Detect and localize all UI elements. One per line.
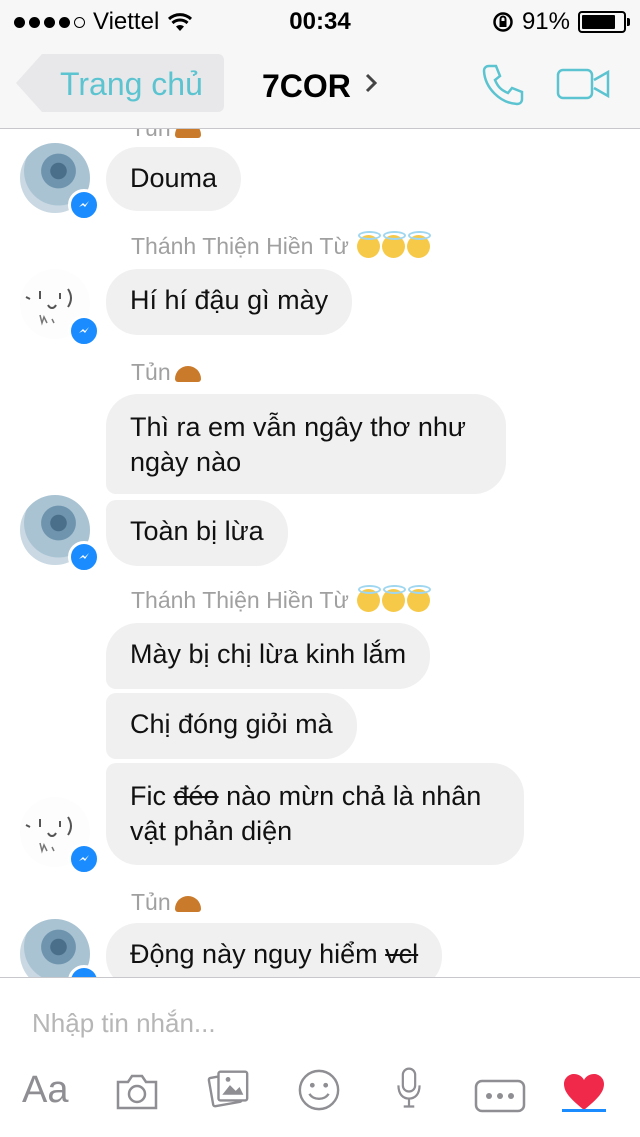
- conversation-title[interactable]: 7COR: [262, 68, 351, 105]
- more-icon[interactable]: [474, 1074, 526, 1118]
- turtle-emoji: [174, 129, 201, 138]
- message-bubble[interactable]: Fic đéo nào mừn chả là nhân vật phản diệ…: [106, 763, 524, 865]
- sender-name: Tủn: [131, 889, 201, 916]
- message-line: ngày nào: [130, 447, 242, 477]
- emoji-icon[interactable]: [296, 1068, 342, 1112]
- heart-icon[interactable]: [562, 1070, 606, 1114]
- gallery-icon[interactable]: [206, 1066, 252, 1110]
- avatar[interactable]: [20, 495, 100, 573]
- back-label: Trang chủ: [60, 66, 203, 102]
- message-bubble[interactable]: Hí hí đậu gì mày: [106, 269, 353, 335]
- sender-name: Thánh Thiện Hiền Từ: [131, 231, 432, 260]
- sender-name: Tủn: [131, 129, 201, 142]
- message-bubble[interactable]: Mày bị chị lừa kinh lắm: [106, 623, 431, 689]
- battery-percent: 91%: [521, 8, 570, 35]
- message-line: Fic đéo nào mừn chả là nhân: [130, 781, 482, 811]
- turtle-emoji: [174, 366, 201, 382]
- messenger-badge-icon: [68, 541, 100, 573]
- halo-emoji-icon: [382, 585, 407, 612]
- rotation-lock-icon: [493, 12, 513, 32]
- chevron-right-icon[interactable]: [364, 72, 378, 94]
- message-line: Thì ra em vẫn ngây thơ như: [130, 412, 466, 442]
- microphone-icon[interactable]: [394, 1066, 424, 1110]
- halo-emoji-icon: [382, 231, 407, 258]
- message-bubble[interactable]: Thì ra em vẫn ngây thơ như ngày nào: [106, 394, 506, 494]
- sender-name: Tủn: [131, 359, 201, 386]
- messenger-badge-icon: [68, 843, 100, 875]
- avatar[interactable]: [20, 269, 100, 347]
- composer: Nhập tin nhắn... Aa: [0, 977, 640, 1137]
- halo-emoji-icon: [407, 585, 432, 612]
- phone-icon[interactable]: [480, 62, 526, 108]
- strikethrough-text: vcl: [385, 939, 419, 969]
- strikethrough-text: đéo: [173, 781, 219, 811]
- avatar[interactable]: [20, 143, 100, 221]
- camera-icon[interactable]: [114, 1070, 160, 1114]
- sender-name: Thánh Thiện Hiền Từ: [131, 585, 432, 614]
- message-bubble[interactable]: Douma: [106, 147, 242, 211]
- video-call-icon[interactable]: [556, 68, 610, 100]
- message-bubble[interactable]: Toàn bị lừa: [106, 500, 288, 566]
- text-style-button[interactable]: Aa: [22, 1068, 68, 1112]
- message-line: vật phản diện: [130, 816, 293, 846]
- nav-bar: Trang chủ 7COR: [0, 40, 640, 129]
- halo-emoji-icon: [407, 231, 432, 258]
- back-button[interactable]: Trang chủ: [16, 54, 224, 112]
- avatar[interactable]: [20, 797, 100, 875]
- turtle-emoji: [174, 896, 201, 912]
- battery-group: 91%: [492, 8, 630, 36]
- message-bubble[interactable]: Động này nguy hiểm vcl: [106, 923, 443, 977]
- message-bubble[interactable]: Chị đóng giỏi mà: [106, 693, 357, 759]
- messenger-badge-icon: [68, 315, 100, 347]
- halo-emoji-icon: [357, 585, 382, 612]
- selected-tab-indicator: [562, 1109, 606, 1112]
- battery-icon: [578, 11, 630, 33]
- messenger-badge-icon: [68, 189, 100, 221]
- message-input[interactable]: Nhập tin nhắn...: [32, 1008, 216, 1039]
- status-bar: Viettel 00:34 91%: [0, 0, 640, 40]
- avatar[interactable]: [20, 919, 100, 977]
- halo-emoji-icon: [357, 231, 382, 258]
- message-list[interactable]: Tủn Douma Thánh Thiện Hiền Từ Hí hí đậu …: [0, 129, 640, 977]
